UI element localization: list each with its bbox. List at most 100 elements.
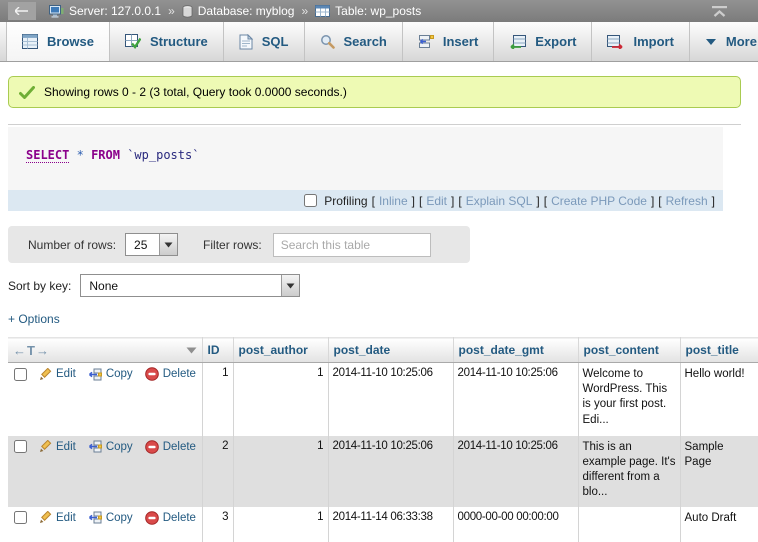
sort-by-key-label: Sort by key: [8, 279, 71, 293]
breadcrumb-database[interactable]: Database: myblog [182, 4, 295, 18]
pencil-icon[interactable] [39, 368, 52, 381]
row-actions-cell: Edit Copy Delete [8, 507, 202, 542]
dropdown-arrow-icon [286, 283, 295, 289]
cell-id: 1 [202, 363, 233, 436]
collapse-icon [711, 5, 728, 18]
breadcrumb-database-label: Database: myblog [198, 4, 295, 18]
number-of-rows-label: Number of rows: [28, 238, 116, 252]
cell-post-author: 1 [233, 436, 328, 507]
cell-post-content: Welcome to WordPress. This is your first… [578, 363, 680, 436]
copy-row-link[interactable]: Copy [88, 368, 133, 381]
export-icon [509, 35, 526, 49]
pencil-icon[interactable] [39, 440, 52, 453]
column-header-post-author[interactable]: post_author [233, 338, 328, 363]
cell-post-title: Sample Page [680, 436, 758, 507]
left-arrow-icon [15, 7, 29, 15]
dropdown-button[interactable] [281, 275, 299, 296]
table-row: Edit Copy Delete 2 1 2014-11-10 10:25:06… [8, 436, 758, 507]
column-header-post-content[interactable]: post_content [578, 338, 680, 363]
inline-link[interactable]: Inline [379, 194, 408, 208]
bracket: [ [544, 194, 547, 208]
copy-label: Copy [106, 512, 133, 524]
import-icon [607, 35, 624, 49]
breadcrumb-table[interactable]: Table: wp_posts [315, 4, 421, 18]
delete-label: Delete [163, 368, 196, 380]
tab-browse[interactable]: Browse [6, 22, 110, 61]
copy-icon[interactable] [88, 440, 102, 453]
sql-select-keyword[interactable]: SELECT [26, 148, 69, 163]
tab-import[interactable]: Import [592, 22, 689, 61]
delete-row-link[interactable]: Delete [145, 511, 196, 525]
edit-row-link[interactable]: Edit [39, 440, 76, 453]
tab-export[interactable]: Export [494, 22, 592, 61]
copy-row-link[interactable]: Copy [88, 511, 133, 524]
explain-sql-link[interactable]: Explain SQL [466, 194, 533, 208]
database-icon [182, 5, 193, 18]
tab-browse-label: Browse [47, 34, 94, 49]
cell-post-date: 2014-11-10 10:25:06 [328, 436, 453, 507]
number-of-rows-value: 25 [126, 234, 159, 255]
cell-post-date-gmt: 2014-11-10 10:25:06 [453, 436, 578, 507]
number-of-rows-select[interactable]: 25 [125, 233, 178, 256]
edit-row-link[interactable]: Edit [39, 368, 76, 381]
delete-row-link[interactable]: Delete [145, 367, 196, 381]
results-table: ←T→ ID post_author post_date post_date_g… [8, 337, 758, 542]
delete-icon[interactable] [145, 367, 159, 381]
row-checkbox[interactable] [14, 368, 27, 381]
tab-insert-label: Insert [443, 34, 478, 49]
cell-post-title: Auto Draft [680, 507, 758, 542]
pencil-icon[interactable] [39, 511, 52, 524]
sort-dropdown-icon[interactable] [186, 347, 197, 354]
create-php-code-link[interactable]: Create PHP Code [551, 194, 647, 208]
chevron-down-icon [705, 38, 717, 46]
bracket: ] [536, 194, 539, 208]
copy-label: Copy [106, 368, 133, 380]
tab-search[interactable]: Search [305, 22, 403, 61]
delete-icon[interactable] [145, 440, 159, 454]
delete-icon[interactable] [145, 511, 159, 525]
tab-more[interactable]: More [690, 22, 758, 61]
edit-row-link[interactable]: Edit [39, 511, 76, 524]
column-reorder-handle[interactable]: ←T→ [13, 343, 50, 358]
back-button[interactable] [8, 2, 36, 20]
row-checkbox[interactable] [14, 440, 27, 453]
tab-structure[interactable]: Structure [110, 22, 224, 61]
explain-sql-link-group: [ Explain SQL ] [458, 194, 539, 208]
copy-icon[interactable] [88, 511, 102, 524]
column-header-id[interactable]: ID [202, 338, 233, 363]
bracket: [ [658, 194, 661, 208]
cell-id: 3 [202, 507, 233, 542]
sort-by-key-select[interactable]: None [80, 274, 300, 297]
tab-sql[interactable]: SQL [224, 22, 305, 61]
row-checkbox[interactable] [14, 511, 27, 524]
dropdown-button[interactable] [159, 234, 177, 255]
profiling-label: Profiling [324, 194, 367, 208]
tab-bar: Browse Structure SQL Search Insert Expor… [0, 22, 758, 62]
sql-table-identifier: `wp_posts` [127, 148, 199, 162]
breadcrumb-separator: » [301, 4, 308, 18]
copy-row-link[interactable]: Copy [88, 440, 133, 453]
profiling-checkbox[interactable] [304, 194, 317, 207]
copy-icon[interactable] [88, 368, 102, 381]
options-toggle-link[interactable]: + Options [8, 312, 60, 326]
delete-row-link[interactable]: Delete [145, 440, 196, 454]
breadcrumb-server[interactable]: Server: 127.0.0.1 [49, 4, 161, 18]
collapse-navigation-button[interactable] [711, 5, 728, 18]
tab-insert[interactable]: Insert [403, 22, 494, 61]
actions-column-header: ←T→ [8, 338, 202, 363]
cell-post-date-gmt: 0000-00-00 00:00:00 [453, 507, 578, 542]
results-header-row: ←T→ ID post_author post_date post_date_g… [8, 338, 758, 363]
column-header-post-date[interactable]: post_date [328, 338, 453, 363]
browse-icon [22, 34, 38, 49]
sql-star-operator: * [77, 148, 84, 162]
column-header-post-title[interactable]: post_title [680, 338, 758, 363]
refresh-link[interactable]: Refresh [666, 194, 708, 208]
bracket: ] [712, 194, 715, 208]
create-php-code-link-group: [ Create PHP Code ] [544, 194, 655, 208]
tab-search-label: Search [344, 34, 387, 49]
edit-query-link[interactable]: Edit [426, 194, 447, 208]
cell-post-title: Hello world! [680, 363, 758, 436]
column-header-post-date-gmt[interactable]: post_date_gmt [453, 338, 578, 363]
table-icon [315, 5, 330, 17]
filter-rows-input[interactable] [273, 233, 431, 257]
